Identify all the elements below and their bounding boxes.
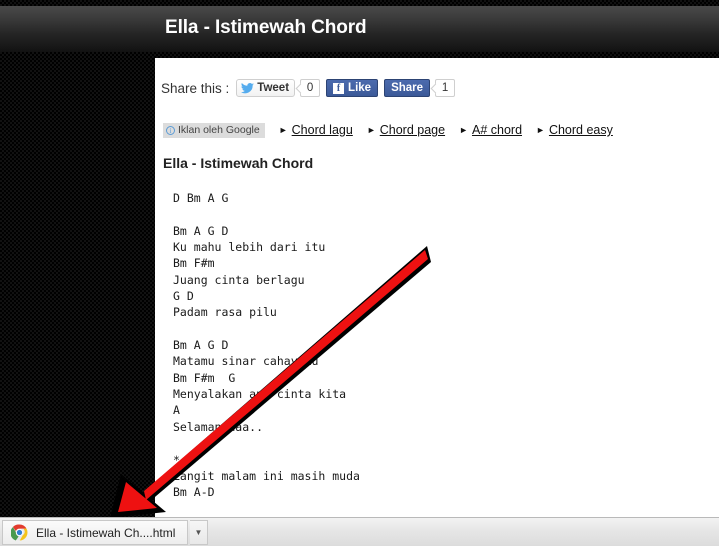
ad-link-a-sharp-chord[interactable]: ► A# chord: [459, 123, 522, 137]
triangle-right-icon: ►: [459, 125, 468, 135]
ad-link-chord-easy[interactable]: ► Chord easy: [536, 123, 613, 137]
triangle-right-icon: ►: [366, 125, 376, 135]
ads-by-google-label: Iklan oleh Google: [178, 124, 260, 136]
facebook-f-icon: f: [333, 82, 345, 94]
ad-link-chord-lagu[interactable]: ► Chord lagu: [279, 123, 353, 137]
ad-link-label: Chord lagu: [291, 123, 353, 137]
share-count-bubble[interactable]: 1: [435, 79, 456, 97]
taskbar-item-label: Ella - Istimewah Ch....html: [36, 525, 176, 540]
desktop-background: Ella - Istimewah Chord Share this : Twee…: [0, 0, 719, 517]
taskbar: Ella - Istimewah Ch....html ▼: [0, 517, 719, 546]
like-button-label: Like: [348, 82, 372, 94]
social-share-bar: Share this : Tweet 0 f Like Share 1: [161, 77, 456, 99]
chrome-icon: [11, 524, 28, 541]
facebook-share-button[interactable]: Share: [384, 79, 431, 97]
page-title: Ella - Istimewah Chord: [165, 17, 367, 38]
tweet-button[interactable]: Tweet: [236, 79, 296, 97]
google-ads-row: i Iklan oleh Google ► Chord lagu ► Chord…: [163, 122, 613, 138]
twitter-bird-icon: [241, 82, 255, 93]
taskbar-item-chrome-window[interactable]: Ella - Istimewah Ch....html: [2, 520, 188, 545]
triangle-right-icon: ►: [536, 125, 545, 135]
share-button-label: Share: [391, 82, 424, 94]
ad-link-label: Chord page: [379, 123, 446, 137]
share-this-label: Share this :: [161, 80, 230, 96]
ad-link-label: Chord easy: [548, 123, 613, 137]
info-circle-icon: i: [166, 125, 175, 135]
article-heading: Ella - Istimewah Chord: [163, 155, 314, 171]
facebook-like-button[interactable]: f Like: [326, 79, 379, 97]
chord-sheet-text: D Bm A G Bm A G D Ku mahu lebih dari itu…: [173, 191, 360, 500]
page-content: Share this : Tweet 0 f Like Share 1 i Ik…: [155, 58, 719, 517]
ad-link-chord-page[interactable]: ► Chord page: [367, 123, 445, 137]
taskbar-overflow-button[interactable]: ▼: [190, 520, 208, 545]
tweet-count-bubble[interactable]: 0: [300, 79, 321, 97]
site-header-inner: Ella - Istimewah Chord: [155, 6, 719, 52]
ad-link-label: A# chord: [471, 123, 523, 137]
ads-by-google-badge[interactable]: i Iklan oleh Google: [163, 122, 265, 138]
tweet-button-label: Tweet: [257, 82, 290, 94]
triangle-right-icon: ►: [278, 125, 288, 135]
site-header-bar: Ella - Istimewah Chord: [0, 6, 719, 52]
